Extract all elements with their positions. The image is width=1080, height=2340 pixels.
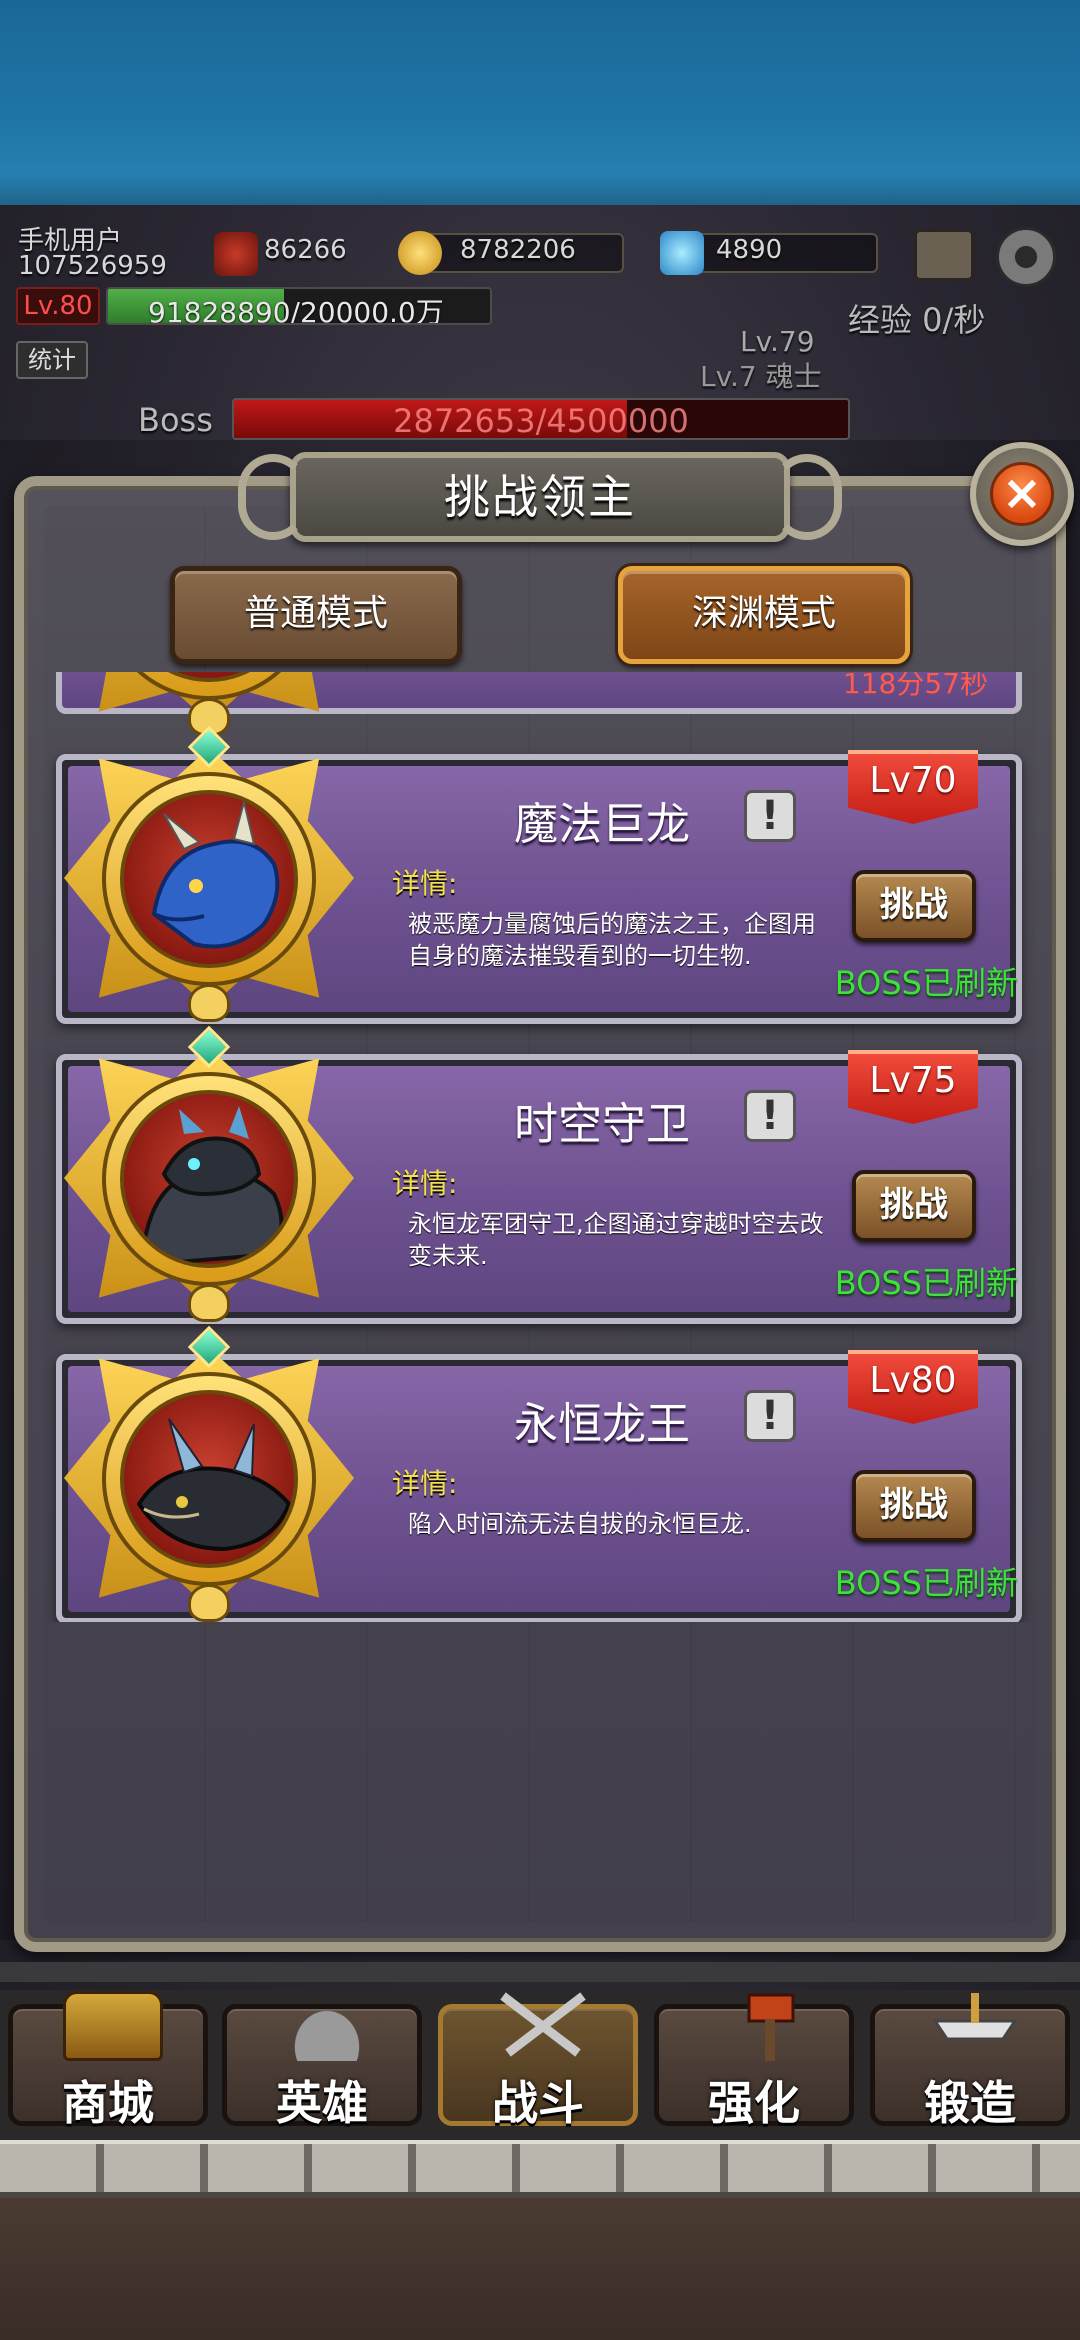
hammer-art xyxy=(747,1993,795,2061)
boss-level: Lv80 xyxy=(869,1360,957,1401)
nav-top-rail xyxy=(0,1962,1080,1982)
level-ribbon: Lv80 xyxy=(848,1350,978,1436)
boss-level: Lv70 xyxy=(869,760,957,801)
nav-item-heroes[interactable]: 英雄 xyxy=(222,1991,422,2130)
title-scroll-right-ornament xyxy=(772,454,842,540)
detail-label: 详情: xyxy=(392,1467,458,1500)
quest-book-icon[interactable] xyxy=(914,229,974,281)
crossed-swords-icon xyxy=(493,1991,593,2061)
gold-value: 8782206 xyxy=(460,235,576,265)
boss-medal xyxy=(58,1325,358,1622)
boss-description: 陷入时间流无法自拔的永恒巨龙. xyxy=(408,1510,752,1538)
exp-text: 91828890/20000.0万 xyxy=(148,296,444,325)
info-icon[interactable]: ! xyxy=(744,790,796,842)
nav-label: 英雄 xyxy=(276,2076,368,2130)
blue-dragon-art xyxy=(151,801,280,949)
boss-refresh-status: BOSS已刷新 xyxy=(834,964,1018,1002)
top-sky-area xyxy=(0,0,1080,205)
stats-button[interactable]: 统计 xyxy=(16,341,88,379)
boss-refresh-status: BOSS已刷新 xyxy=(834,1564,1018,1602)
ground-decoration xyxy=(0,2198,1080,2340)
nav-item-forge[interactable]: 锻造 xyxy=(870,1993,1070,2130)
brick-wall-decoration xyxy=(0,2140,1080,2198)
nav-label: 锻造 xyxy=(924,2076,1016,2130)
armored-guard-art xyxy=(141,1106,284,1264)
challenge-button[interactable]: 挑战 xyxy=(852,1470,976,1542)
nav-label: 商城 xyxy=(62,2076,154,2130)
dark-dragon-icon xyxy=(120,1390,298,1568)
level-ribbon: Lv75 xyxy=(848,1050,978,1136)
dark-dragon-art xyxy=(136,1418,292,1552)
gem-plus-icon[interactable] xyxy=(660,231,704,275)
power-value: 86266 xyxy=(264,235,347,265)
armored-guard-icon xyxy=(120,1090,298,1268)
skull-icon xyxy=(188,984,230,1022)
boss-description: 永恒龙军团守卫,企图通过穿越时空去改变未来. xyxy=(408,1210,824,1270)
tab-abyss-mode[interactable]: 深渊模式 xyxy=(618,566,910,664)
nav-item-enhance[interactable]: 强化 xyxy=(654,1993,854,2130)
close-icon: × xyxy=(990,462,1054,526)
info-icon[interactable]: ! xyxy=(744,1090,796,1142)
info-icon[interactable]: ! xyxy=(744,1390,796,1442)
boss-hp-bar: 2872653/4500000 xyxy=(232,398,850,440)
viking-helmet-icon xyxy=(277,1991,377,2061)
exp-rate: 经验 0/秒 xyxy=(848,301,986,339)
challenge-button[interactable]: 挑战 xyxy=(852,1170,976,1242)
gem-value: 4890 xyxy=(716,235,783,265)
detail-label: 详情: xyxy=(392,867,458,900)
boss-medal xyxy=(58,725,358,1028)
gear-icon[interactable] xyxy=(996,227,1056,287)
boss-medal xyxy=(58,1025,358,1328)
dialog-title-plate: 挑战领主 xyxy=(238,452,842,542)
boss-hp-text: 2872653/4500000 xyxy=(393,402,689,440)
boss-level: Lv75 xyxy=(869,1060,957,1101)
exp-bar: 91828890/20000.0万 xyxy=(106,287,492,325)
treasure-chest-icon xyxy=(63,1991,163,2061)
boss-label: Boss xyxy=(138,401,213,439)
ghost-label: Lv.7 魂士 xyxy=(700,360,822,393)
player-level-badge: Lv.80 xyxy=(16,287,100,325)
respawn-timer: 118分57秒 xyxy=(842,672,988,700)
boss-description: 被恶魔力量腐蚀后的魔法之王，企图用自身的魔法摧毁看到的一切生物. xyxy=(408,910,816,970)
boss-list[interactable]: 118分57秒 魔法巨龙 ! 详情: 被恶魔力量腐蚀后的魔法之王，企图用自身的魔… xyxy=(0,672,1080,1622)
nav-label: 强化 xyxy=(708,2076,800,2130)
gold-coin-plus-icon[interactable] xyxy=(398,231,442,275)
dialog-title: 挑战领主 xyxy=(444,470,636,524)
title-scroll-left-ornament xyxy=(238,454,308,540)
tab-normal-mode[interactable]: 普通模式 xyxy=(170,566,462,664)
nav-item-battle[interactable]: 战斗 xyxy=(438,1992,638,2130)
challenge-button[interactable]: 挑战 xyxy=(852,870,976,942)
user-id: 107526959 xyxy=(18,251,167,281)
nav-item-shop[interactable]: 商城 xyxy=(8,1991,208,2130)
ghost-level: Lv.79 xyxy=(740,325,815,358)
bottom-navigation: 商城 英雄 战斗 强化 锻造 xyxy=(0,1990,1080,2140)
power-icon xyxy=(214,232,258,276)
blue-dragon-icon xyxy=(120,790,298,968)
nav-label: 战斗 xyxy=(492,2076,584,2130)
anvil-art xyxy=(932,1993,1018,2041)
boss-refresh-status: BOSS已刷新 xyxy=(834,1264,1018,1302)
skull-icon xyxy=(188,1284,230,1322)
detail-label: 详情: xyxy=(392,1167,458,1200)
hammer-icon xyxy=(709,1991,809,2061)
anvil-icon xyxy=(925,1991,1025,2061)
level-ribbon: Lv70 xyxy=(848,750,978,836)
skull-icon xyxy=(188,1584,230,1622)
close-button[interactable]: × xyxy=(970,442,1074,546)
crossed-swords-art xyxy=(500,1992,586,2057)
